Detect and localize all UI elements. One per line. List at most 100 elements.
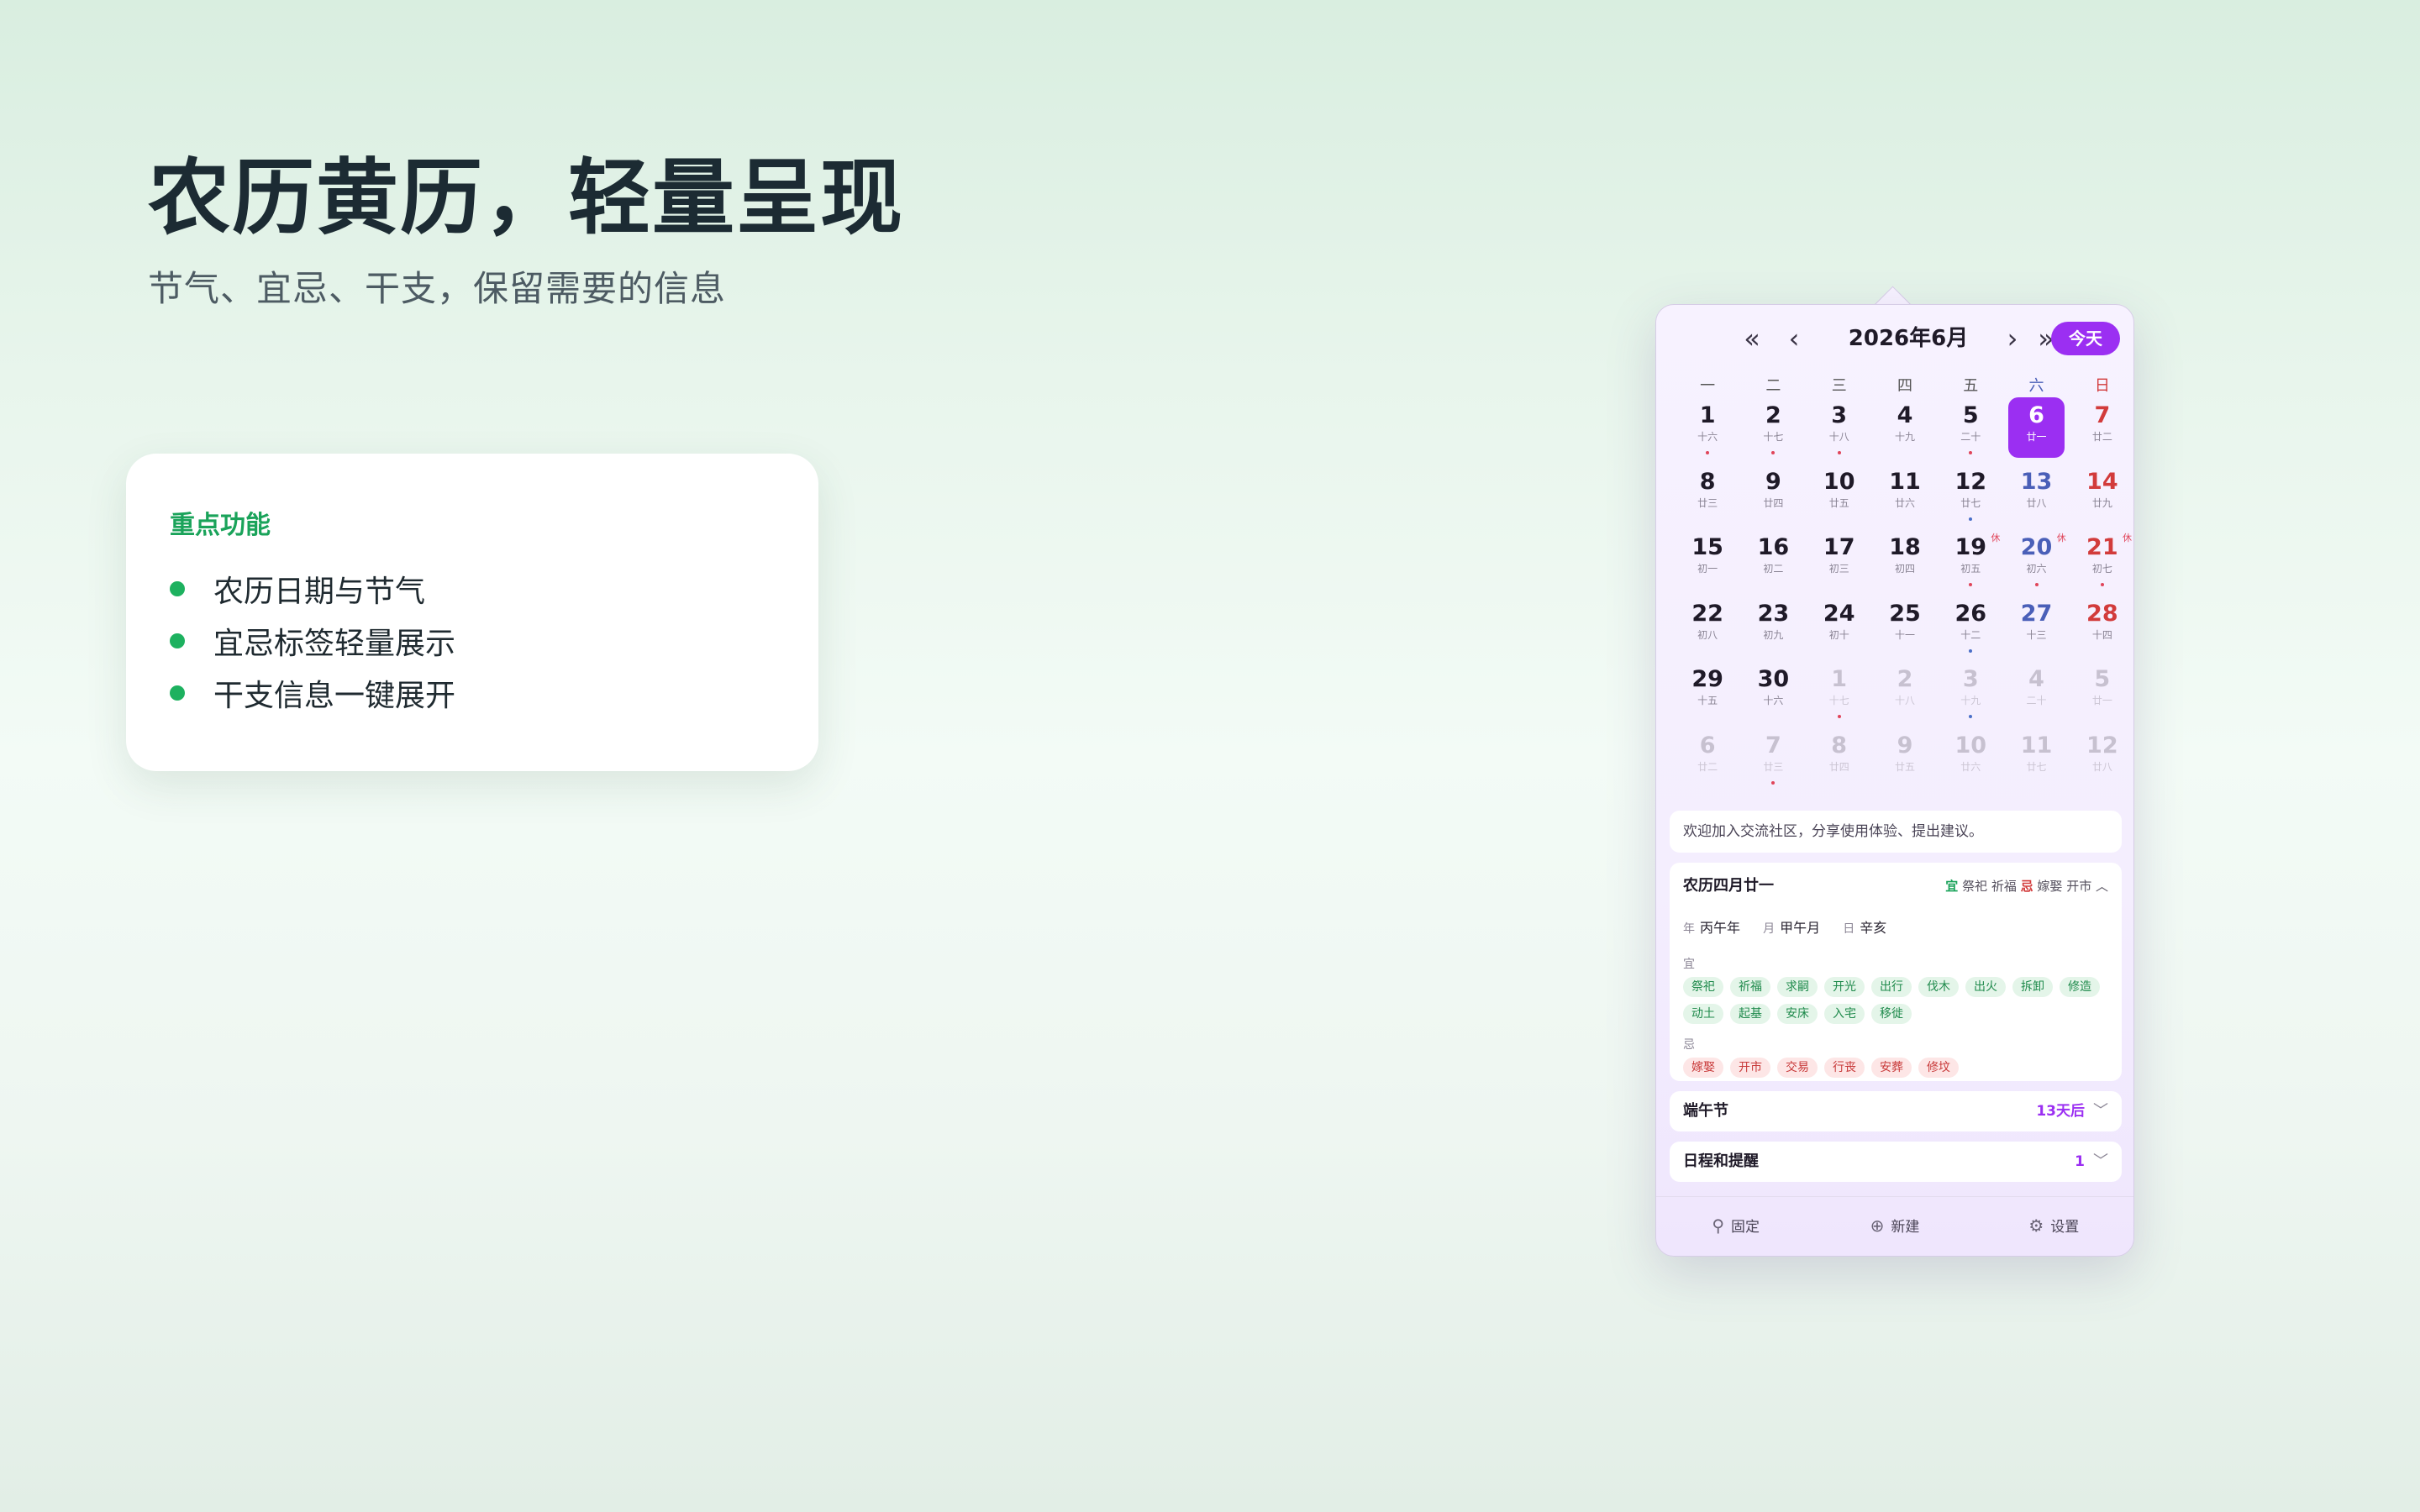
- hero: 农历黄历，轻量呈现 节气、宜忌、干支，保留需要的信息: [148, 148, 904, 312]
- calendar-popover: « ‹ 2026年6月 › » 今天 一 二 三 四 五 六 日 1 十六 2 十七 3…: [1655, 304, 2134, 1257]
- calendar-day[interactable]: 1 十七: [1807, 661, 1872, 722]
- weekday-label: 三: [1831, 377, 1847, 395]
- calendar-day[interactable]: 8 廿三: [1675, 464, 1740, 524]
- calendar-day[interactable]: 10 廿五: [1807, 464, 1872, 524]
- calendar-day[interactable]: 9 廿五: [1872, 727, 1938, 788]
- schedule-row[interactable]: 日程和提醒 1 ﹀: [1670, 1142, 2122, 1182]
- calendar-day[interactable]: 14 廿九: [2070, 464, 2135, 524]
- calendar-day[interactable]: 6 廿二: [1675, 727, 1740, 788]
- calendar-day[interactable]: 2 十七: [1740, 397, 1806, 458]
- calendar-day[interactable]: 13 廿八: [2003, 464, 2069, 524]
- day-number: 5: [1962, 402, 1979, 428]
- calendar-day[interactable]: 30 十六: [1740, 661, 1806, 722]
- calendar-day[interactable]: 11 廿六: [1872, 464, 1938, 524]
- calendar-day[interactable]: 5 廿一: [2070, 661, 2135, 722]
- calendar-day[interactable]: 7 廿二: [2070, 397, 2135, 458]
- pin-icon: ⚲: [1712, 1215, 1724, 1236]
- calendar-week-row: 15 初一 16 初二 17 初三 18 初四 19 初五休 20 初六休 21 初七休: [1675, 529, 2135, 596]
- chevron-down-icon: ﹀: [2093, 1102, 2108, 1120]
- calendar-day[interactable]: 10 廿六: [1938, 727, 2003, 788]
- day-number: 9: [1765, 468, 1781, 495]
- lunar-day: 二十: [2026, 695, 2047, 706]
- day-number: 3: [1962, 666, 1979, 692]
- almanac-header[interactable]: 农历四月廿一 宜 祭祀 祈福 忌 嫁娶 开市 ︿: [1683, 874, 2108, 898]
- settings-button[interactable]: ⚙ 设置: [1975, 1197, 2133, 1256]
- calendar-day[interactable]: 23 初九: [1740, 596, 1806, 656]
- hero-subtitle: 节气、宜忌、干支，保留需要的信息: [148, 268, 727, 309]
- day-number: 22: [1691, 600, 1723, 627]
- lunar-day: 廿六: [1960, 760, 1981, 773]
- prev-year-button[interactable]: «: [1735, 320, 1769, 357]
- calendar-week-row: 22 初八 23 初九 24 初十 25 十一 26 十二 27 十三 28 十四: [1675, 596, 2135, 662]
- almanac-card: 农历四月廿一 宜 祭祀 祈福 忌 嫁娶 开市 ︿ 年丙午年 月甲午月 日辛亥 宜…: [1670, 863, 2122, 1081]
- calendar-week-row: 8 廿三 9 廿四 10 廿五 11 廿六 12 廿七 13 廿八 14 廿九: [1675, 464, 2135, 530]
- community-notice[interactable]: 欢迎加入交流社区，分享使用体验、提出建议。: [1670, 811, 2122, 853]
- weekday-label: 五: [1963, 377, 1979, 395]
- event-dot-icon: [1771, 451, 1776, 454]
- calendar-day[interactable]: 7 廿三: [1740, 727, 1806, 788]
- calendar-week-row: 1 十六 2 十七 3 十八 4 十九 5 二十 6 廿一 7 廿二: [1675, 397, 2135, 464]
- pin-button[interactable]: ⚲ 固定: [1656, 1197, 1815, 1256]
- holiday-rest-badge: 休: [1991, 533, 2001, 543]
- calendar-day[interactable]: 5 二十: [1938, 397, 2003, 458]
- calendar-day[interactable]: 2 十八: [1872, 661, 1938, 722]
- calendar-day[interactable]: 3 十九: [1938, 661, 2003, 722]
- day-number: 4: [1897, 402, 1913, 428]
- day-number: 18: [1889, 534, 1921, 560]
- weekday-header: 一 二 三 四 五 六 日: [1675, 374, 2135, 396]
- day-number: 10: [1823, 468, 1855, 495]
- new-button[interactable]: ⊕ 新建: [1815, 1197, 1974, 1256]
- calendar-day[interactable]: 27 十三: [2003, 596, 2069, 656]
- calendar-day[interactable]: 15 初一: [1675, 529, 1740, 590]
- calendar-day[interactable]: 26 十二: [1938, 596, 2003, 656]
- lunar-day: 廿一: [2026, 431, 2047, 443]
- ji-tag: 行丧: [1824, 1058, 1865, 1078]
- chevron-up-icon[interactable]: ︿: [2096, 879, 2108, 894]
- next-month-button[interactable]: ›: [1996, 320, 2029, 357]
- calendar-day[interactable]: 20 初六休: [2003, 529, 2069, 590]
- lunar-day: 廿三: [1763, 760, 1784, 773]
- calendar-day[interactable]: 24 初十: [1807, 596, 1872, 656]
- calendar-day[interactable]: 11 廿七: [2003, 727, 2069, 788]
- yi-tag: 出火: [1965, 977, 2006, 997]
- calendar-day[interactable]: 12 廿八: [2070, 727, 2135, 788]
- calendar-day[interactable]: 1 十六: [1675, 397, 1740, 458]
- calendar-day-selected[interactable]: 6 廿一: [2008, 397, 2065, 458]
- lunar-day: 十七: [1828, 695, 1849, 706]
- day-number: 1: [1831, 666, 1848, 692]
- bullet-dot-icon: [170, 581, 185, 596]
- yi-tag: 出行: [1871, 977, 1912, 997]
- yi-tag: 动土: [1683, 1004, 1723, 1024]
- prev-month-button[interactable]: ‹: [1777, 320, 1811, 357]
- month-title[interactable]: 2026年6月: [1824, 320, 1992, 357]
- new-label: 新建: [1891, 1219, 1920, 1236]
- calendar-day[interactable]: 9 廿四: [1740, 464, 1806, 524]
- calendar-day[interactable]: 22 初八: [1675, 596, 1740, 656]
- event-dot-icon: [1969, 715, 1973, 718]
- calendar-day[interactable]: 3 十八: [1807, 397, 1872, 458]
- calendar-day[interactable]: 19 初五休: [1938, 529, 2003, 590]
- event-dot-icon: [2100, 583, 2104, 586]
- feature-item-label: 农历日期与节气: [213, 575, 426, 609]
- festival-row[interactable]: 端午节 13天后 ﹀: [1670, 1091, 2122, 1131]
- almanac-summary: 宜 祭祀 祈福 忌 嫁娶 开市 ︿: [1945, 874, 2108, 898]
- calendar-day[interactable]: 12 廿七: [1938, 464, 2003, 524]
- calendar-day[interactable]: 4 十九: [1872, 397, 1938, 458]
- ji-tag: 交易: [1777, 1058, 1818, 1078]
- yi-tag: 拆卸: [2012, 977, 2053, 997]
- yi-tag: 祈福: [1730, 977, 1770, 997]
- ganzhi-row: 年丙午年 月甲午月 日辛亥: [1683, 916, 2108, 937]
- event-dot-icon: [1969, 517, 1973, 521]
- calendar-day[interactable]: 8 廿四: [1807, 727, 1872, 788]
- calendar-day[interactable]: 28 十四: [2070, 596, 2135, 656]
- calendar-day[interactable]: 25 十一: [1872, 596, 1938, 656]
- calendar-day[interactable]: 29 十五: [1675, 661, 1740, 722]
- calendar-day[interactable]: 17 初三: [1807, 529, 1872, 590]
- settings-label: 设置: [2050, 1219, 2080, 1236]
- calendar-day[interactable]: 18 初四: [1872, 529, 1938, 590]
- day-number: 6: [2028, 402, 2044, 428]
- today-button[interactable]: 今天: [2051, 322, 2120, 355]
- calendar-day[interactable]: 16 初二: [1740, 529, 1806, 590]
- calendar-day[interactable]: 4 二十: [2003, 661, 2069, 722]
- calendar-day[interactable]: 21 初七休: [2070, 529, 2135, 590]
